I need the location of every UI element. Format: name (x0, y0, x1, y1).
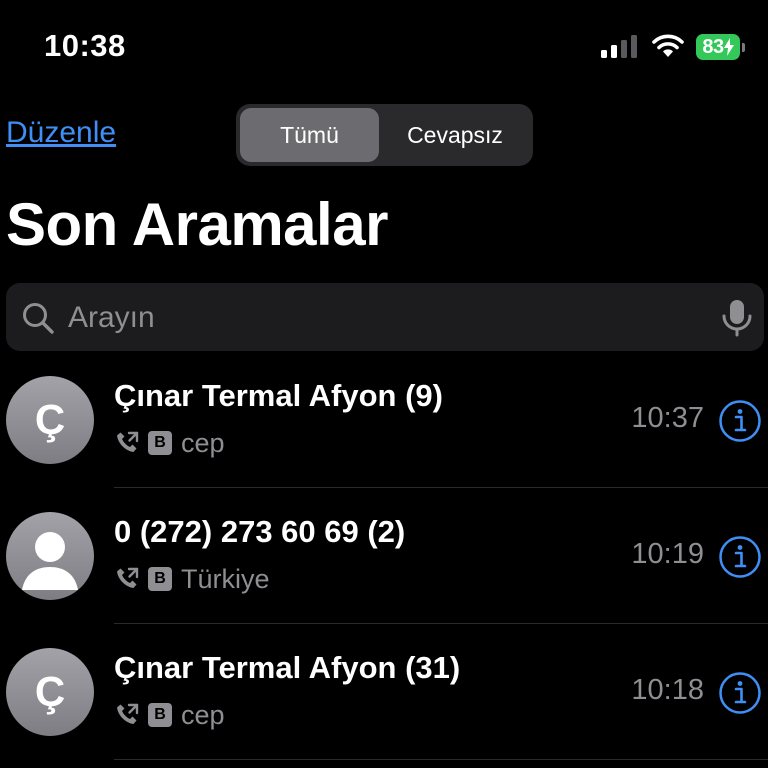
outgoing-call-icon (117, 431, 139, 452)
status-time: 10:38 (44, 28, 126, 63)
info-icon[interactable] (718, 535, 762, 579)
sim-badge: B (148, 431, 172, 455)
wifi-icon (652, 34, 684, 57)
avatar: Ç (6, 648, 94, 736)
segment-missed[interactable]: Cevapsız (381, 108, 529, 162)
call-meta: B Türkiye (114, 562, 270, 596)
info-icon[interactable] (718, 671, 762, 715)
status-bar: 10:38 83 (0, 0, 768, 90)
call-meta: B cep (114, 698, 225, 732)
search-bar (6, 283, 764, 353)
avatar (6, 512, 94, 600)
edit-button[interactable]: Düzenle (6, 116, 116, 150)
sim-badge: B (148, 703, 172, 727)
person-icon (22, 532, 78, 590)
battery-icon: 83 (696, 34, 748, 60)
microphone-icon[interactable] (720, 299, 754, 337)
info-icon[interactable] (718, 399, 762, 443)
search-input[interactable] (66, 283, 700, 353)
call-time: 10:19 (631, 538, 704, 570)
list-item[interactable]: Ç Çınar Termal Afyon (31) B cep 10:18 (0, 624, 768, 760)
call-label: cep (181, 427, 225, 458)
list-item[interactable]: Ç Çınar Termal Afyon (9) B cep 10:37 (0, 352, 768, 488)
charging-bolt-icon (723, 38, 734, 56)
call-time: 10:18 (631, 674, 704, 706)
outgoing-call-icon (117, 703, 139, 724)
segmented-control: Tümü Cevapsız (236, 104, 533, 166)
page-title: Son Aramalar (6, 191, 388, 258)
search-icon (23, 303, 54, 334)
battery-cap (742, 43, 745, 52)
segment-all[interactable]: Tümü (240, 108, 379, 162)
list-item[interactable]: 0 (272) 273 60 69 (2) B Türkiye 10:19 (0, 488, 768, 624)
contact-name: Çınar Termal Afyon (9) (114, 378, 443, 413)
call-time: 10:37 (631, 402, 704, 434)
battery-level: 83 (696, 34, 740, 60)
sim-badge: B (148, 567, 172, 591)
contact-name: 0 (272) 273 60 69 (2) (114, 514, 406, 549)
row-divider (114, 759, 768, 760)
contact-name: Çınar Termal Afyon (31) (114, 650, 461, 685)
outgoing-call-icon (117, 567, 139, 588)
call-label: cep (181, 699, 225, 730)
avatar: Ç (6, 376, 94, 464)
call-meta: B cep (114, 426, 225, 460)
cellular-signal-icon (601, 35, 637, 58)
call-label: Türkiye (181, 563, 270, 594)
